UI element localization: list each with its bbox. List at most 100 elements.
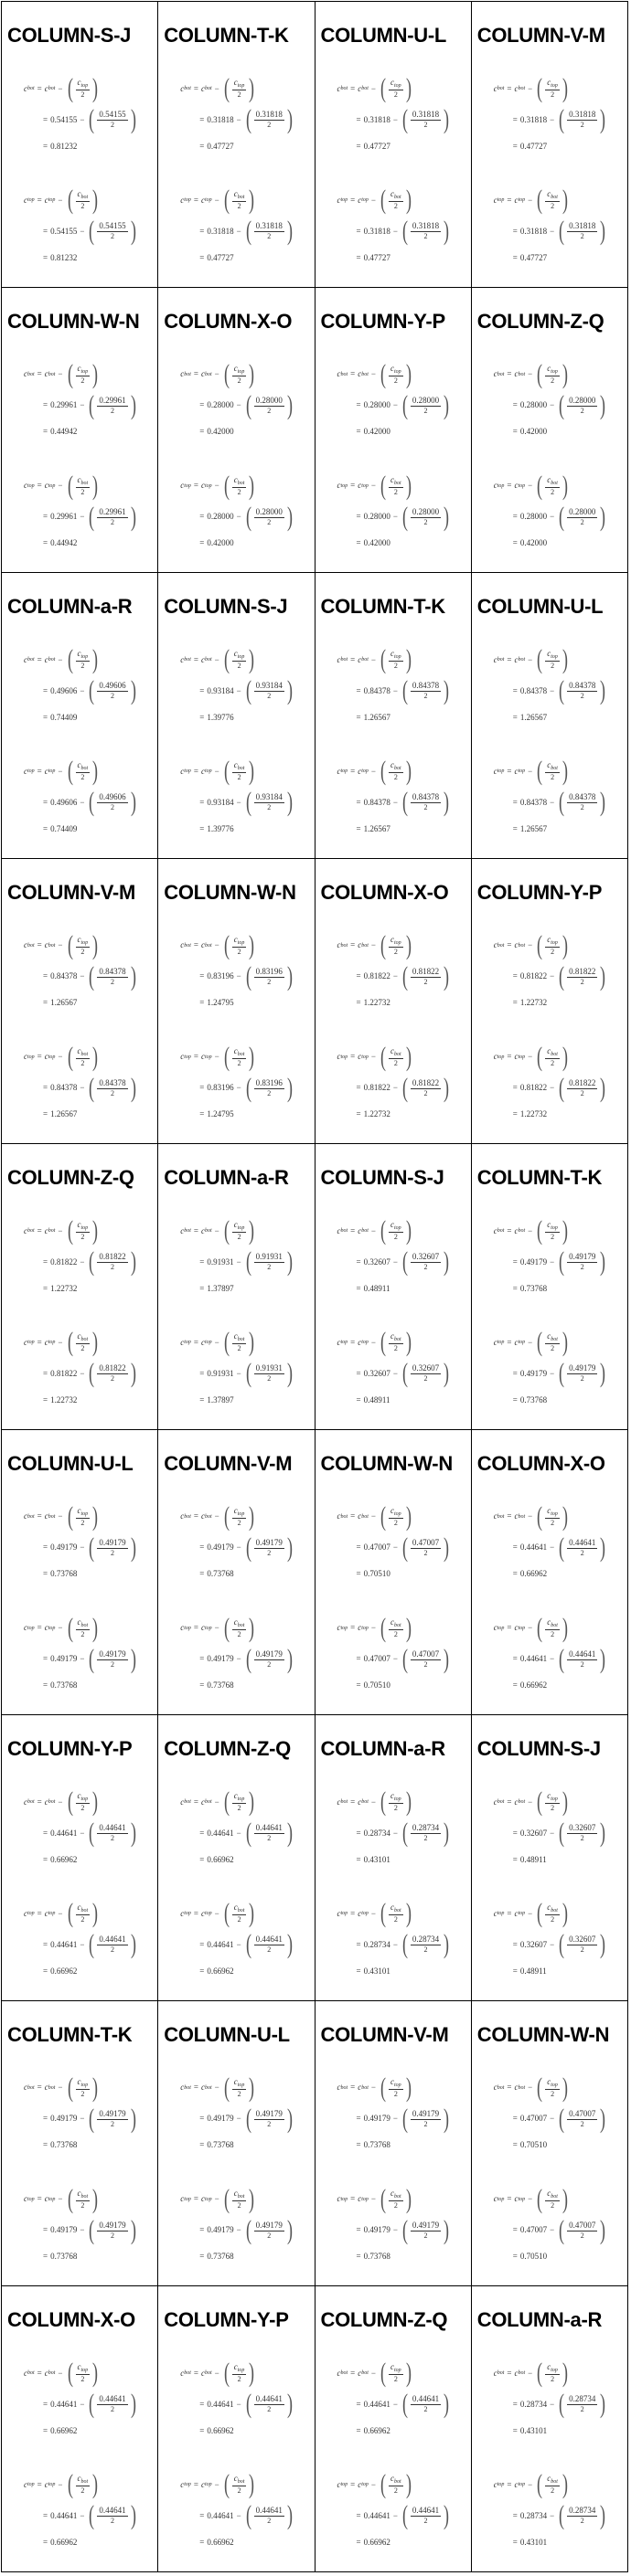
symbolic-equation: c top = c top − ( cbot 2 ) <box>337 1898 412 1929</box>
result-value: = 0.48911 <box>512 1854 547 1864</box>
result-value: = 1.26567 <box>43 998 78 1008</box>
formula-block-bot: c bot = c bot − ( ctop 2 ) = 0.49606 − ( 0.… <box>24 644 138 723</box>
symbolic-equation: c top = c top − ( cbot 2 ) <box>180 470 255 501</box>
calculation-grid: COLUMN-S-J c bot = c bot − ( ctop 2 ) = 0.5… <box>1 1 628 2572</box>
column-title: COLUMN-T-K <box>164 24 289 47</box>
substituted-equation: = 0.47007 − ( 0.47007 2 ) <box>356 1643 450 1674</box>
result-value: = 0.48911 <box>356 1283 390 1293</box>
column-cell: COLUMN-T-K c bot = c bot − ( ctop 2 ) = 0.3… <box>158 2 316 288</box>
symbolic-equation: c top = c top − ( cbot 2 ) <box>493 2469 568 2500</box>
symbolic-equation: c top = c top − ( cbot 2 ) <box>337 185 412 215</box>
result-value: = 1.26567 <box>43 1109 78 1119</box>
symbolic-equation: c bot = c bot − ( ctop 2 ) <box>337 644 412 675</box>
formula-block-top: c top = c top − ( cbot 2 ) = 0.81822 − ( 0.… <box>24 1327 138 1405</box>
column-title: COLUMN-S-J <box>320 1166 444 1190</box>
substituted-equation: = 0.31818 − ( 0.31818 2 ) <box>512 104 606 134</box>
result-value: = 0.73768 <box>512 1283 548 1293</box>
symbolic-equation: c bot = c bot − ( ctop 2 ) <box>180 929 255 960</box>
column-cell: COLUMN-Y-P c bot = c bot − ( ctop 2 ) = 0.8… <box>471 858 628 1145</box>
result-value: = 0.73768 <box>199 2140 234 2150</box>
result-value: = 0.66962 <box>43 2425 78 2435</box>
symbolic-equation: c top = c top − ( cbot 2 ) <box>24 2469 99 2500</box>
formula-block-bot: c bot = c bot − ( ctop 2 ) = 0.49179 − ( 0.… <box>337 2072 452 2151</box>
symbolic-equation: c bot = c bot − ( ctop 2 ) <box>337 1500 412 1532</box>
result-value: = 1.22732 <box>43 1283 78 1293</box>
column-title: COLUMN-U-L <box>164 2022 290 2046</box>
substituted-equation: = 0.49179 − ( 0.49179 2 ) <box>356 2214 450 2245</box>
substituted-equation: = 0.54155 − ( 0.54155 2 ) <box>43 216 136 246</box>
result-value: = 0.66962 <box>356 2425 390 2435</box>
formula-block-bot: c bot = c bot − ( ctop 2 ) = 0.29961 − ( 0.… <box>24 359 138 438</box>
result-value: = 0.47727 <box>512 252 548 262</box>
result-value: = 1.26567 <box>356 823 390 833</box>
symbolic-equation: c bot = c bot − ( ctop 2 ) <box>337 358 412 389</box>
column-cell: COLUMN-X-O c bot = c bot − ( ctop 2 ) = 0.8… <box>315 858 472 1145</box>
result-value: = 1.22732 <box>512 1109 548 1119</box>
formula-block-top: c top = c top − ( cbot 2 ) = 0.81822 − ( 0.… <box>337 1042 452 1120</box>
formula-block-top: c top = c top − ( cbot 2 ) = 0.28000 − ( 0.… <box>337 471 452 549</box>
column-title: COLUMN-X-O <box>476 1451 605 1475</box>
formula-block-top: c top = c top − ( cbot 2 ) = 0.28000 − ( 0.… <box>494 471 608 549</box>
result-value: = 0.66962 <box>199 1854 234 1864</box>
column-title: COLUMN-a-R <box>164 1166 289 1190</box>
symbolic-equation: c bot = c bot − ( ctop 2 ) <box>180 1215 255 1246</box>
result-value: = 0.66962 <box>43 1966 78 1976</box>
result-value: = 1.26567 <box>356 712 390 722</box>
result-value: = 0.66962 <box>356 2537 390 2547</box>
formula-block-top: c top = c top − ( cbot 2 ) = 0.49179 − ( 0.… <box>24 2184 138 2263</box>
result-value: = 0.44942 <box>43 538 78 548</box>
formula-block-bot: c bot = c bot − ( ctop 2 ) = 0.32607 − ( 0.… <box>494 1786 608 1865</box>
column-title: COLUMN-a-R <box>476 2308 603 2332</box>
substituted-equation: = 0.49179 − ( 0.49179 2 ) <box>199 2103 293 2134</box>
symbolic-equation: c bot = c bot − ( ctop 2 ) <box>24 1500 99 1532</box>
column-cell: COLUMN-V-M c bot = c bot − ( ctop 2 ) = 0.8… <box>2 858 159 1145</box>
result-value: = 1.26567 <box>512 712 548 722</box>
formula-block-top: c top = c top − ( cbot 2 ) = 0.31818 − ( 0.… <box>337 185 452 263</box>
result-value: = 0.73768 <box>356 2140 390 2150</box>
formula-block-top: c top = c top − ( cbot 2 ) = 0.81822 − ( 0.… <box>494 1042 608 1120</box>
symbolic-equation: c top = c top − ( cbot 2 ) <box>180 1898 255 1929</box>
substituted-equation: = 0.54155 − ( 0.54155 2 ) <box>43 104 136 134</box>
symbolic-equation: c bot = c bot − ( ctop 2 ) <box>493 73 568 103</box>
column-cell: COLUMN-V-M c bot = c bot − ( ctop 2 ) = 0.3… <box>471 2 628 288</box>
substituted-equation: = 0.83196 − ( 0.83196 2 ) <box>199 1072 293 1103</box>
formula-block-top: c top = c top − ( cbot 2 ) = 0.54155 − ( 0.… <box>24 185 138 263</box>
substituted-equation: = 0.84378 − ( 0.84378 2 ) <box>356 675 450 706</box>
formula-block-bot: c bot = c bot − ( ctop 2 ) = 0.49179 − ( 0.… <box>24 2072 138 2151</box>
symbolic-equation: c bot = c bot − ( ctop 2 ) <box>493 358 568 389</box>
result-value: = 0.73768 <box>43 1680 78 1691</box>
column-title: COLUMN-X-O <box>7 2308 135 2332</box>
substituted-equation: = 0.31818 − ( 0.31818 2 ) <box>199 216 293 246</box>
substituted-equation: = 0.83196 − ( 0.83196 2 ) <box>199 960 293 991</box>
column-title: COLUMN-Y-P <box>164 2308 289 2332</box>
symbolic-equation: c top = c top − ( cbot 2 ) <box>337 470 412 501</box>
symbolic-equation: c bot = c bot − ( ctop 2 ) <box>180 73 255 103</box>
substituted-equation: = 0.47007 − ( 0.47007 2 ) <box>512 2103 606 2134</box>
column-cell: COLUMN-T-K c bot = c bot − ( ctop 2 ) = 0.4… <box>471 1144 628 1430</box>
result-value: = 1.24795 <box>199 998 234 1008</box>
column-title: COLUMN-V-M <box>320 2022 449 2046</box>
result-value: = 0.48911 <box>356 1394 390 1405</box>
formula-block-bot: c bot = c bot − ( ctop 2 ) = 0.44641 − ( 0.… <box>180 1786 294 1865</box>
column-cell: COLUMN-T-K c bot = c bot − ( ctop 2 ) = 0.4… <box>2 2000 159 2287</box>
symbolic-equation: c bot = c bot − ( ctop 2 ) <box>337 73 412 103</box>
column-title: COLUMN-W-N <box>476 2022 610 2046</box>
result-value: = 0.44942 <box>43 427 78 437</box>
formula-block-top: c top = c top − ( cbot 2 ) = 0.32607 − ( 0.… <box>337 1327 452 1405</box>
substituted-equation: = 0.44641 − ( 0.44641 2 ) <box>199 1818 293 1849</box>
substituted-equation: = 0.49179 − ( 0.49179 2 ) <box>356 2103 450 2134</box>
symbolic-equation: c bot = c bot − ( ctop 2 ) <box>493 1500 568 1532</box>
formula-block-top: c top = c top − ( cbot 2 ) = 0.44641 − ( 0.… <box>494 1613 608 1691</box>
substituted-equation: = 0.81822 − ( 0.81822 2 ) <box>356 960 450 991</box>
result-value: = 0.74409 <box>43 712 78 722</box>
formula-block-top: c top = c top − ( cbot 2 ) = 0.93184 − ( 0.… <box>180 756 294 834</box>
symbolic-equation: c top = c top − ( cbot 2 ) <box>24 185 99 215</box>
formula-block-top: c top = c top − ( cbot 2 ) = 0.44641 − ( 0.… <box>24 2469 138 2548</box>
formula-block-bot: c bot = c bot − ( ctop 2 ) = 0.49179 − ( 0.… <box>180 1501 294 1580</box>
result-value: = 0.66962 <box>512 1569 548 1579</box>
formula-block-top: c top = c top − ( cbot 2 ) = 0.31818 − ( 0.… <box>180 185 294 263</box>
formula-block-bot: c bot = c bot − ( ctop 2 ) = 0.28000 − ( 0.… <box>337 359 452 438</box>
result-value: = 0.73768 <box>356 2252 390 2262</box>
result-value: = 0.66962 <box>199 2537 234 2547</box>
formula-block-top: c top = c top − ( cbot 2 ) = 0.44641 − ( 0.… <box>180 2469 294 2548</box>
